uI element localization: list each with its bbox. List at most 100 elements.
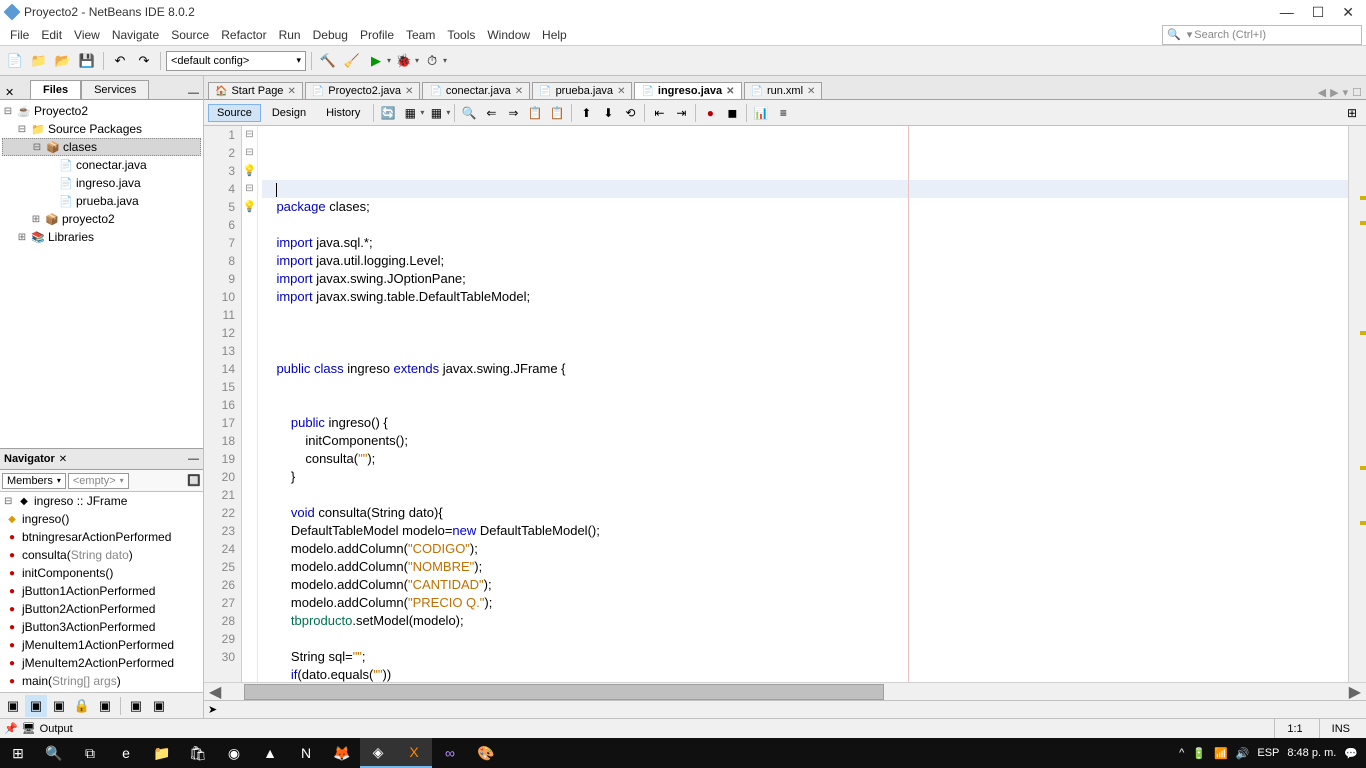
- history-button[interactable]: History: [317, 104, 369, 122]
- close-button[interactable]: ✕: [1342, 4, 1354, 21]
- menu-refactor[interactable]: Refactor: [215, 26, 272, 44]
- code-line[interactable]: import java.util.logging.Level;: [262, 252, 1348, 270]
- nav-btn-3[interactable]: ▣: [48, 695, 70, 717]
- code-line[interactable]: DefaultTableModel modelo=new DefaultTabl…: [262, 522, 1348, 540]
- nav-item[interactable]: jMenuItem1ActionPerformed: [22, 638, 174, 652]
- et-icon[interactable]: 📋: [547, 103, 567, 123]
- output-label[interactable]: Output: [40, 723, 73, 735]
- nav-item[interactable]: consulta(String dato): [22, 548, 133, 562]
- close-tab-icon[interactable]: ✕: [287, 86, 295, 97]
- tree-source-packages[interactable]: Source Packages: [48, 122, 142, 136]
- et-icon[interactable]: ●: [700, 103, 720, 123]
- nav-btn-4[interactable]: 🔒: [71, 695, 93, 717]
- paint-icon[interactable]: 🎨: [468, 738, 504, 768]
- editor-tab[interactable]: 📄run.xml✕: [744, 82, 823, 99]
- navigator-min-icon[interactable]: —: [188, 453, 199, 465]
- horizontal-scrollbar[interactable]: ◀ ▶: [204, 682, 1366, 700]
- vlc-icon[interactable]: ▲: [252, 738, 288, 768]
- clean-build-button[interactable]: 🧹: [341, 50, 363, 72]
- code-line[interactable]: void consulta(String dato){: [262, 504, 1348, 522]
- tab-menu-icon[interactable]: ▾: [1343, 86, 1349, 99]
- et-icon[interactable]: ◼: [722, 103, 742, 123]
- tab-prev-icon[interactable]: ◀: [1318, 86, 1326, 99]
- et-icon[interactable]: 🔍: [459, 103, 479, 123]
- output-bar[interactable]: 📌 🖥 Output 1:1 INS: [0, 718, 1366, 738]
- members-combo[interactable]: Members▾: [2, 473, 66, 489]
- volume-icon[interactable]: 🔊: [1236, 747, 1250, 760]
- nav-item[interactable]: jButton3ActionPerformed: [22, 620, 155, 634]
- undo-button[interactable]: ↶: [109, 50, 131, 72]
- minimize-button[interactable]: —: [1280, 4, 1294, 21]
- debug-button[interactable]: 🐞: [393, 50, 415, 72]
- build-button[interactable]: 🔨: [317, 50, 339, 72]
- code-line[interactable]: modelo.addColumn("CODIGO");: [262, 540, 1348, 558]
- menu-team[interactable]: Team: [400, 26, 441, 44]
- editor-tab[interactable]: 📄Proyecto2.java✕: [305, 82, 421, 99]
- code-line[interactable]: import java.sql.*;: [262, 234, 1348, 252]
- pin-icon[interactable]: 📌: [4, 722, 18, 735]
- config-combo[interactable]: <default config> ▾: [166, 51, 306, 71]
- notifications-icon[interactable]: 💬: [1344, 747, 1358, 760]
- tree-libraries[interactable]: Libraries: [48, 230, 94, 244]
- redo-button[interactable]: ↷: [133, 50, 155, 72]
- nav-item[interactable]: main(String[] args): [22, 674, 121, 688]
- fold-gutter[interactable]: ⊟⊟💡⊟💡: [242, 126, 258, 682]
- edge-icon[interactable]: e: [108, 738, 144, 768]
- breadcrumb[interactable]: ➤: [204, 700, 1366, 718]
- store-icon[interactable]: 🛍: [180, 738, 216, 768]
- nav-btn-6[interactable]: ▣: [125, 695, 147, 717]
- nav-item[interactable]: ingreso(): [22, 512, 69, 526]
- lang-indicator[interactable]: ESP: [1257, 747, 1279, 759]
- menu-source[interactable]: Source: [165, 26, 215, 44]
- code-line[interactable]: modelo.addColumn("PRECIO Q.");: [262, 594, 1348, 612]
- code-line[interactable]: [262, 396, 1348, 414]
- code-line[interactable]: [262, 216, 1348, 234]
- menu-profile[interactable]: Profile: [354, 26, 400, 44]
- xampp-icon[interactable]: X: [396, 738, 432, 768]
- netbeans-task-icon[interactable]: ◈: [360, 738, 396, 768]
- tab-next-icon[interactable]: ▶: [1330, 86, 1338, 99]
- code-line[interactable]: consulta("");: [262, 450, 1348, 468]
- code-line[interactable]: initComponents();: [262, 432, 1348, 450]
- task-view-button[interactable]: ⧉: [72, 738, 108, 768]
- clock[interactable]: 8:48 p. m.: [1287, 747, 1336, 760]
- nav-btn-2[interactable]: ▣: [25, 695, 47, 717]
- code-line[interactable]: [262, 630, 1348, 648]
- menu-edit[interactable]: Edit: [35, 26, 68, 44]
- run-button[interactable]: ▶: [365, 50, 387, 72]
- split-icon[interactable]: ⊞: [1342, 103, 1362, 123]
- source-button[interactable]: Source: [208, 104, 261, 122]
- nav-item[interactable]: jButton2ActionPerformed: [22, 602, 155, 616]
- vertical-scrollbar[interactable]: [1348, 126, 1366, 682]
- close-tab-icon[interactable]: ✕: [807, 86, 815, 97]
- et-icon[interactable]: ⟲: [620, 103, 640, 123]
- explorer-icon[interactable]: 📁: [144, 738, 180, 768]
- nav-btn-5[interactable]: ▣: [94, 695, 116, 717]
- code-line[interactable]: import javax.swing.table.DefaultTableMod…: [262, 288, 1348, 306]
- firefox-icon[interactable]: 🦊: [324, 738, 360, 768]
- start-button[interactable]: ⊞: [0, 738, 36, 768]
- et-icon[interactable]: ≡: [773, 103, 793, 123]
- code-line[interactable]: }: [262, 468, 1348, 486]
- code-line[interactable]: modelo.addColumn("CANTIDAD");: [262, 576, 1348, 594]
- nav-item[interactable]: jMenuItem2ActionPerformed: [22, 656, 174, 670]
- code-line[interactable]: package clases;: [262, 198, 1348, 216]
- et-icon[interactable]: ⬆: [576, 103, 596, 123]
- et-icon[interactable]: 📊: [751, 103, 771, 123]
- tab-files[interactable]: Files: [30, 80, 81, 99]
- editor-tab[interactable]: 📄ingreso.java✕: [634, 82, 741, 99]
- code-line[interactable]: [262, 342, 1348, 360]
- code-line[interactable]: [262, 324, 1348, 342]
- code-line[interactable]: [262, 486, 1348, 504]
- code-editor[interactable]: 1234567891011121314151617181920212223242…: [204, 126, 1366, 682]
- navigator-close-icon[interactable]: ✕: [59, 454, 67, 465]
- onenote-icon[interactable]: N: [288, 738, 324, 768]
- menu-tools[interactable]: Tools: [441, 26, 481, 44]
- menu-window[interactable]: Window: [481, 26, 536, 44]
- system-tray[interactable]: ^ 🔋 📶 🔊 ESP 8:48 p. m. 💬: [1179, 747, 1366, 760]
- project-tree[interactable]: ⊟☕Proyecto2 ⊟📁Source Packages ⊟📦clases 📄…: [0, 100, 203, 448]
- close-tab-icon[interactable]: ✕: [726, 86, 734, 97]
- profile-button[interactable]: ⏱: [421, 50, 443, 72]
- nav-btn-7[interactable]: ▣: [148, 695, 170, 717]
- nav-btn-1[interactable]: ▣: [2, 695, 24, 717]
